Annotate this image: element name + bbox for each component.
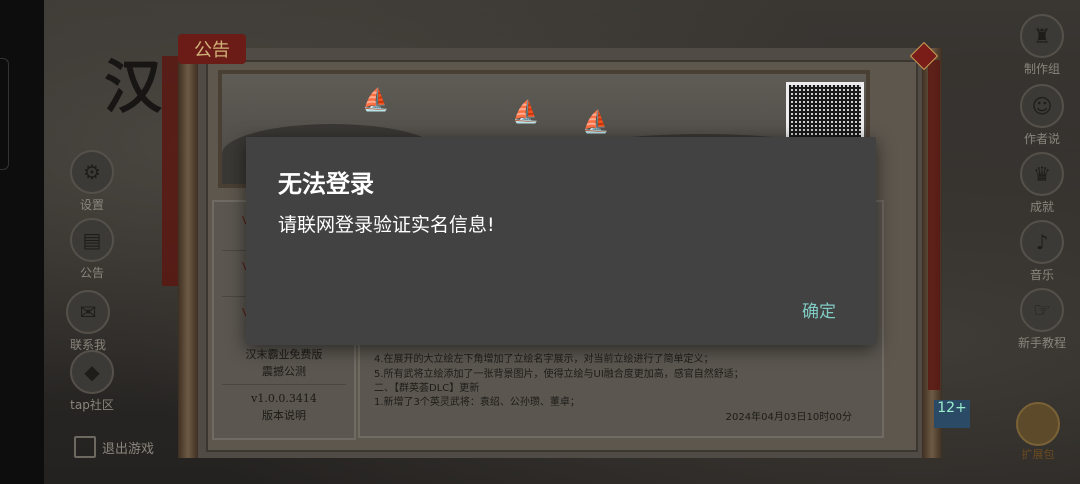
announcement-tab: 公告 [178,34,246,64]
version-item-free-edition[interactable]: 汉末霸业免费版 震撼公测 [222,346,346,380]
side-notch [0,58,9,170]
author-label: 作者说 [1023,132,1060,146]
version-item-line: 汉末霸业免费版 [245,348,323,361]
version-item-v1003414[interactable]: v1.0.0.3414 版本说明 [222,390,346,424]
announcement-button[interactable]: ▤ 公告 [62,218,122,281]
gift-icon [1016,402,1060,446]
team-label: 制作组 [1023,62,1060,76]
community-icon: ◆ [70,350,114,394]
device-edge [0,0,44,484]
content-date: 2024年04月03日10时00分 [725,412,852,423]
red-ribbon-right [928,60,940,390]
version-item-line: v1.0.0.3414 [251,392,317,405]
game-title-char: 汉 [104,53,163,121]
settings-button[interactable]: ⚙ 设置 [62,150,122,213]
achievement-button[interactable]: ♛ 成就 [1012,152,1072,215]
chat-icon: ✉ [66,290,110,334]
team-icon: ♜ [1020,14,1064,58]
divider [222,384,346,385]
music-icon: ♪ [1020,220,1064,264]
exit-icon [74,436,96,458]
tutorial-label: 新手教程 [1017,336,1066,350]
boat-icon: ⛵ [362,88,390,113]
trophy-icon: ♛ [1020,152,1064,196]
settings-label: 设置 [79,198,104,212]
version-item-line: 震撼公测 [262,365,306,378]
contact-button[interactable]: ✉ 联系我 [58,290,118,353]
team-button[interactable]: ♜ 制作组 [1012,14,1072,77]
content-line: 1.新增了3个英灵武将：袁绍、公孙瓒、董卓； [374,397,580,408]
version-item-line: 版本说明 [262,409,306,422]
content-line: 5.所有武将立绘添加了一张背景图片，使得立绘与UI融合度更加高，感官自然舒适； [374,369,744,380]
content-line: 4.在展开的大立绘左下角增加了立绘名字展示，对当前立绘进行了简单定义； [374,354,714,365]
announcement-label: 公告 [79,266,104,280]
exit-label: 退出游戏 [102,441,155,457]
exit-game-button[interactable]: 退出游戏 [74,436,154,458]
dialog-title: 无法登录 [278,170,374,198]
author-button[interactable]: ☺ 作者说 [1012,84,1072,147]
achievement-label: 成就 [1029,200,1054,214]
boat-icon: ⛵ [512,100,540,125]
confirm-button[interactable]: 确定 [802,297,836,322]
login-error-dialog: 无法登录 请联网登录验证实名信息! 确定 [246,137,876,345]
tap-community-label: tap社区 [70,398,114,412]
tutorial-icon: ☞ [1020,288,1064,332]
music-label: 音乐 [1029,268,1054,282]
scroll-icon: ▤ [70,218,114,262]
expansion-pack-label: 扩展包 [1021,448,1055,461]
scroll-rod-left [178,48,198,458]
music-button[interactable]: ♪ 音乐 [1012,220,1072,283]
tutorial-button[interactable]: ☞ 新手教程 [1012,288,1072,351]
author-icon: ☺ [1020,84,1064,128]
gear-icon: ⚙ [70,150,114,194]
age-rating-badge: 12+ [934,400,970,428]
boat-icon: ⛵ [582,110,610,135]
dialog-message: 请联网登录验证实名信息! [278,214,495,236]
content-line: 二、【群英荟DLC】更新 [374,383,480,394]
tap-community-button[interactable]: ◆ tap社区 [62,350,122,413]
expansion-pack-button[interactable]: 扩展包 [1012,402,1064,462]
